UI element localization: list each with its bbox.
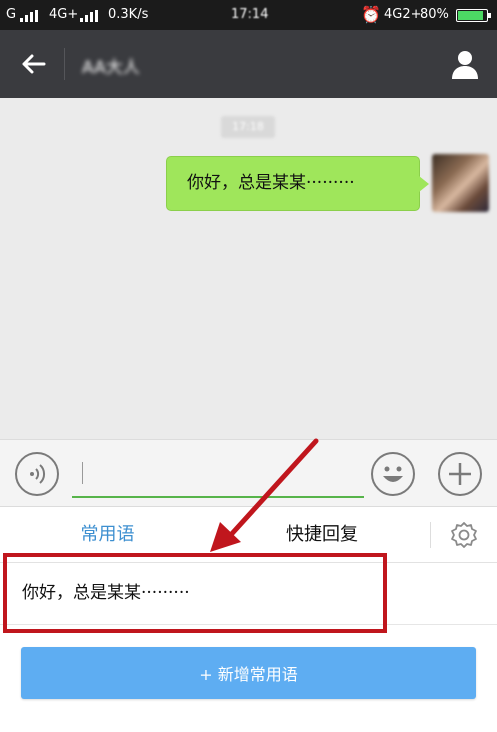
chat-area: 17:18 你好，总是某某········· [0, 98, 497, 439]
alarm-icon: ⏰ [361, 5, 381, 24]
back-button[interactable] [12, 48, 52, 80]
voice-icon [30, 464, 46, 484]
header-divider [64, 48, 65, 80]
add-common-phrase-button[interactable]: + 新增常用语 [21, 647, 476, 699]
settings-button[interactable] [449, 520, 479, 550]
plus-icon [449, 463, 471, 485]
tab-divider [430, 522, 431, 548]
signal-strength-icon [20, 10, 42, 22]
person-icon [452, 51, 478, 79]
message-timestamp: 17:18 [221, 116, 275, 138]
voice-button[interactable] [15, 452, 59, 496]
tab-quick-reply[interactable]: 快捷回复 [262, 507, 382, 562]
network-type-right: 4G2+ [384, 7, 422, 22]
battery-level: 80% [420, 7, 449, 22]
message-bubble[interactable]: 你好，总是某某········· [166, 156, 420, 211]
tab-common-phrases[interactable]: 常用语 [50, 507, 165, 562]
back-arrow-icon [22, 54, 46, 74]
network-type-label: 4G+ [49, 7, 79, 22]
status-time: 17:14 [231, 7, 269, 22]
message-input[interactable] [72, 458, 364, 498]
plus-button[interactable] [438, 452, 482, 496]
phrase-item[interactable]: 你好，总是某某········· [0, 563, 497, 625]
battery-icon [456, 9, 491, 22]
emoji-icon [383, 466, 403, 482]
input-bar [0, 439, 497, 507]
emoji-button[interactable] [371, 452, 415, 496]
profile-button[interactable] [446, 46, 484, 82]
contact-name: AA大人 [82, 58, 140, 78]
bubble-tail [419, 176, 429, 192]
chat-header: AA大人 [0, 30, 497, 98]
avatar[interactable] [432, 154, 489, 212]
status-bar: G 4G+ 0.3K/s 17:14 ⏰ 4G2+ 80% [0, 0, 497, 30]
gear-icon [451, 522, 477, 548]
carrier-label: G [6, 7, 17, 22]
panel-tabs: 常用语 快捷回复 [0, 507, 497, 563]
signal-strength-icon [80, 10, 102, 22]
network-speed: 0.3K/s [108, 7, 149, 22]
